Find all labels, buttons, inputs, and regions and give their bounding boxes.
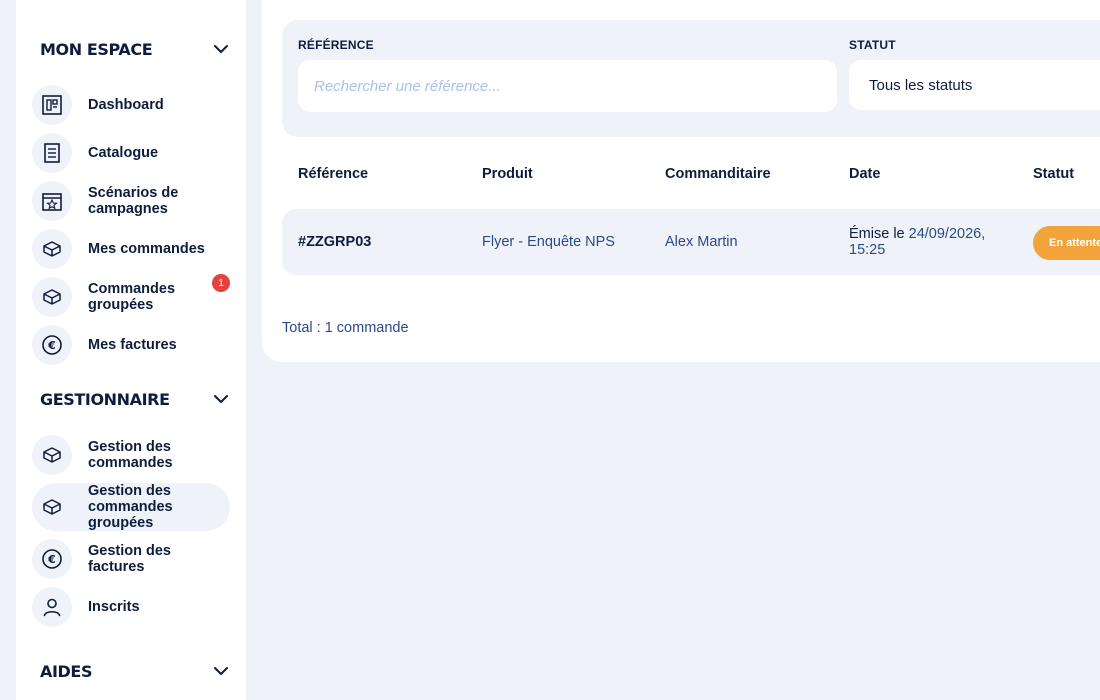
chevron-down-icon — [212, 40, 230, 58]
box-icon — [32, 277, 72, 317]
order-date: Émise le 24/09/2026, 15:25 — [849, 226, 985, 258]
catalogue-icon — [32, 133, 72, 173]
section-header-mon-espace[interactable]: MON ESPACE — [40, 37, 230, 61]
sidebar-item-label: Mes factures — [88, 337, 177, 353]
column-header-reference[interactable]: Référence — [298, 166, 368, 182]
status-select[interactable]: Tous les statuts — [849, 60, 1100, 110]
sidebar-item-label: Catalogue — [88, 145, 159, 161]
sidebar-item-commandes-groupees[interactable]: Commandes groupées 1 — [32, 273, 230, 321]
sidebar-item-label: Mes commandes — [88, 241, 205, 257]
chevron-down-icon — [212, 662, 230, 680]
sidebar-item-inscrits[interactable]: Inscrits — [32, 583, 230, 631]
section-header-gestionnaire[interactable]: GESTIONNAIRE — [40, 387, 230, 411]
sidebar-item-label: Gestion des factures — [88, 543, 171, 575]
euro-icon: € — [32, 325, 72, 365]
date-prefix: Émise le — [849, 226, 905, 242]
sidebar-item-dashboard[interactable]: Dashboard — [32, 81, 230, 129]
column-header-commanditaire[interactable]: Commanditaire — [665, 166, 771, 182]
sidebar-item-label: Gestion des commandes — [88, 439, 173, 471]
sidebar-item-mes-factures[interactable]: € Mes factures — [32, 321, 230, 369]
sidebar-item-label: Commandes groupées — [88, 281, 176, 313]
user-icon — [32, 587, 72, 627]
sidebar-item-catalogue[interactable]: Catalogue — [32, 129, 230, 177]
sidebar-item-label: Gestion des commandes groupées — [88, 483, 173, 531]
dashboard-icon — [32, 85, 72, 125]
total-count: Total : 1 commande — [282, 320, 409, 336]
time-value: 15:25 — [849, 242, 886, 258]
svg-text:€: € — [47, 553, 56, 566]
sidebar-item-label: Scénarios de campagnes — [88, 185, 179, 217]
order-client[interactable]: Alex Martin — [665, 234, 738, 250]
reference-search-input[interactable] — [298, 60, 837, 112]
sidebar-item-gestion-factures[interactable]: € Gestion des factures — [32, 535, 230, 583]
sidebar: MON ESPACE Dashboard Catalogue Scénarios… — [16, 0, 246, 700]
section-title: AIDES — [40, 661, 93, 681]
filter-panel: RÉFÉRENCE STATUT Tous les statuts — [282, 20, 1100, 137]
order-product[interactable]: Flyer - Enquête NPS — [482, 234, 615, 250]
section-title: GESTIONNAIRE — [40, 389, 170, 409]
status-badge: En attente — [1033, 226, 1100, 260]
calendar-star-icon — [32, 181, 72, 221]
svg-text:€: € — [47, 339, 56, 352]
box-icon — [32, 487, 72, 527]
sidebar-item-label: Inscrits — [88, 599, 140, 615]
orders-card: RÉFÉRENCE STATUT Tous les statuts Référe… — [262, 0, 1100, 362]
section-header-aides[interactable]: AIDES — [40, 659, 230, 683]
column-header-produit[interactable]: Produit — [482, 166, 533, 182]
table-row[interactable]: #ZZGRP03 Flyer - Enquête NPS Alex Martin… — [282, 209, 1100, 275]
notification-badge: 1 — [212, 274, 230, 292]
column-header-date[interactable]: Date — [849, 166, 880, 182]
sidebar-item-label: Dashboard — [88, 97, 164, 113]
sidebar-item-mes-commandes[interactable]: Mes commandes — [32, 225, 230, 273]
box-icon — [32, 229, 72, 269]
date-value: 24/09/2026, — [908, 226, 986, 242]
chevron-down-icon — [212, 390, 230, 408]
status-filter-label: STATUT — [849, 38, 896, 52]
euro-icon: € — [32, 539, 72, 579]
reference-filter-label: RÉFÉRENCE — [298, 38, 374, 52]
column-header-statut[interactable]: Statut — [1033, 166, 1074, 182]
sidebar-item-gestion-commandes-groupees[interactable]: Gestion des commandes groupées — [32, 483, 230, 531]
box-icon — [32, 435, 72, 475]
order-reference[interactable]: #ZZGRP03 — [298, 234, 371, 250]
section-title: MON ESPACE — [40, 39, 153, 59]
sidebar-item-gestion-commandes[interactable]: Gestion des commandes — [32, 431, 230, 479]
sidebar-item-scenarios[interactable]: Scénarios de campagnes — [32, 177, 230, 225]
status-select-value: Tous les statuts — [869, 76, 973, 94]
